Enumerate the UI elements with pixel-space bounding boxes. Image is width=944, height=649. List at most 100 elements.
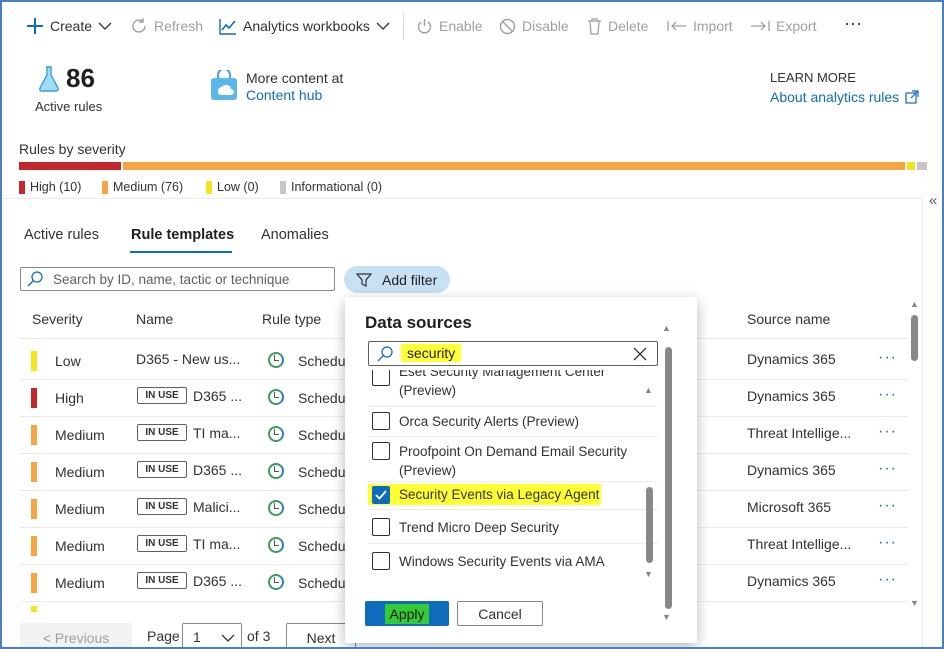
enable-button[interactable]: Enable [416, 14, 483, 38]
severity-indicator [31, 536, 37, 556]
scroll-up-arrow[interactable]: ▲ [910, 299, 919, 309]
option-windows-ama[interactable]: Windows Security Events via AMA [368, 544, 658, 577]
export-button[interactable]: Export [750, 14, 816, 38]
checkbox[interactable] [372, 518, 390, 536]
severity-cell: Medium [55, 575, 105, 591]
shopping-bag-icon [211, 70, 237, 100]
severity-cell: Medium [55, 427, 105, 443]
command-bar: Create Refresh Analytics workbooks Enabl… [2, 2, 942, 50]
delete-button[interactable]: Delete [587, 14, 648, 38]
flask-icon [39, 66, 59, 92]
legend-medium: Medium (76) [102, 179, 183, 195]
panel-scrollbar-thumb[interactable] [665, 347, 672, 609]
previous-page-button[interactable]: < Previous [20, 623, 132, 647]
rule-type-cell: Schedu [298, 501, 346, 517]
option-proofpoint[interactable]: Proofpoint On Demand Email Security (Pre… [368, 437, 658, 482]
in-use-badge: IN USE [137, 498, 187, 515]
source-name-cell: Dynamics 365 [747, 388, 836, 404]
row-more-actions-button[interactable]: ··· [878, 349, 897, 367]
name-cell[interactable]: D365 ... [193, 462, 242, 478]
checkbox[interactable] [372, 412, 390, 430]
name-cell[interactable]: D365 - New us... [136, 351, 240, 367]
severity-cell: Medium [55, 538, 105, 554]
disable-button[interactable]: Disable [499, 14, 569, 38]
data-source-search-input[interactable]: security [368, 341, 658, 366]
section-divider [2, 198, 922, 199]
column-header-rule-type[interactable]: Rule type [262, 311, 321, 327]
analytics-workbooks-button[interactable]: Analytics workbooks [219, 14, 390, 38]
page-select-value: 1 [193, 629, 201, 645]
data-sources-panel: Data sources ▲ security Eset Security Ma… [345, 297, 697, 643]
name-cell[interactable]: Malici... [193, 499, 240, 515]
tab-rule-templates[interactable]: Rule templates [131, 227, 234, 243]
row-more-actions-button[interactable]: ··· [878, 423, 897, 441]
toolbar-divider [403, 12, 404, 40]
row-more-actions-button[interactable]: ··· [878, 571, 897, 589]
more-actions-button[interactable]: ··· [844, 11, 862, 35]
source-name-cell: Dynamics 365 [747, 462, 836, 478]
checkbox[interactable] [372, 552, 390, 570]
checkbox[interactable] [372, 442, 390, 460]
column-header-source-name[interactable]: Source name [747, 311, 830, 327]
row-more-actions-button[interactable]: ··· [878, 497, 897, 515]
option-orca[interactable]: Orca Security Alerts (Preview) [368, 407, 658, 437]
page-select[interactable]: 1 [182, 623, 242, 647]
power-icon [417, 18, 432, 33]
cancel-button[interactable]: Cancel [457, 601, 543, 626]
panel-scroll-up-arrow[interactable]: ▲ [662, 323, 671, 333]
refresh-button[interactable]: Refresh [130, 14, 203, 38]
row-more-actions-button[interactable]: ··· [878, 386, 897, 404]
row-more-actions-button[interactable]: ··· [878, 460, 897, 478]
source-name-cell: Microsoft 365 [747, 499, 832, 515]
option-eset[interactable]: Eset Security Management Center (Preview… [368, 370, 658, 407]
severity-indicator [31, 351, 37, 371]
name-cell[interactable]: D365 ... [193, 388, 242, 404]
column-header-name[interactable]: Name [136, 311, 173, 327]
severity-bar-medium [123, 162, 905, 170]
option-trend-micro[interactable]: Trend Micro Deep Security [368, 510, 658, 544]
rule-type-cell: Schedu [298, 353, 346, 369]
search-input[interactable]: Search by ID, name, tactic or technique [20, 267, 335, 291]
severity-bar-high [19, 162, 121, 170]
about-analytics-rules-link[interactable]: About analytics rules [770, 89, 919, 105]
rule-type-cell: Schedu [298, 427, 346, 443]
severity-cell: Medium [55, 464, 105, 480]
scroll-down-arrow[interactable]: ▼ [910, 598, 919, 608]
import-button[interactable]: Import [667, 14, 733, 38]
panel-scroll-down-arrow[interactable]: ▼ [662, 612, 671, 622]
content-hub-link[interactable]: Content hub [246, 87, 322, 103]
name-cell[interactable]: TI ma... [193, 536, 240, 552]
name-cell[interactable]: D365 ... [193, 573, 242, 589]
table-scrollbar-thumb[interactable] [911, 315, 918, 361]
row-more-actions-button[interactable]: ··· [878, 534, 897, 552]
clear-icon[interactable] [633, 347, 647, 361]
legend-swatch [280, 180, 286, 194]
list-scroll-down-arrow[interactable]: ▼ [644, 569, 653, 579]
chevron-down-icon [221, 634, 235, 642]
apply-button[interactable]: Apply [365, 601, 449, 626]
page-count-label: of 3 [247, 628, 271, 644]
tab-active-rules[interactable]: Active rules [24, 227, 99, 243]
create-button[interactable]: Create [26, 14, 112, 38]
scheduled-clock-icon [268, 426, 284, 442]
option-security-events-legacy[interactable]: Security Events via Legacy Agent [368, 482, 658, 510]
rule-type-cell: Schedu [298, 575, 346, 591]
collapse-pane-icon[interactable]: « [929, 192, 937, 209]
severity-bar-informational [917, 162, 927, 170]
search-placeholder: Search by ID, name, tactic or technique [53, 271, 290, 287]
checkbox[interactable] [372, 370, 390, 386]
add-filter-button[interactable]: Add filter [344, 266, 450, 293]
list-scroll-up-arrow[interactable]: ▲ [644, 385, 653, 395]
list-scrollbar-thumb[interactable] [646, 487, 653, 563]
checkbox-checked[interactable] [372, 486, 390, 504]
panel-title: Data sources [365, 313, 472, 332]
tab-anomalies[interactable]: Anomalies [261, 227, 329, 243]
severity-cell: Medium [55, 501, 105, 517]
checkmark-icon [375, 490, 387, 500]
rule-type-cell: Schedu [298, 390, 346, 406]
name-cell[interactable]: TI ma... [193, 425, 240, 441]
column-header-severity[interactable]: Severity [32, 311, 83, 327]
chevron-down-icon [376, 22, 390, 30]
legend-informational: Informational (0) [280, 179, 382, 195]
source-name-cell: Threat Intellige... [747, 425, 852, 441]
